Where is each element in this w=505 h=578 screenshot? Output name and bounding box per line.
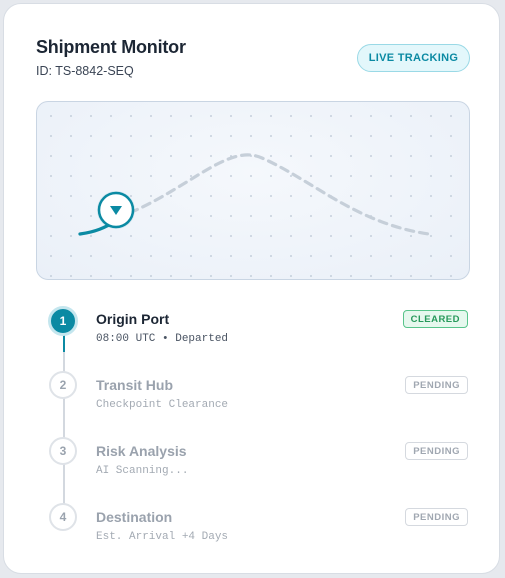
step-risk-analysis[interactable]: Risk Analysis [96, 443, 187, 459]
step-number: 3 [49, 437, 77, 465]
step-transit-hub[interactable]: Transit Hub [96, 377, 173, 393]
timeline-connector [63, 334, 65, 352]
step-number: 1 [48, 306, 78, 336]
status-badge: PENDING [405, 508, 468, 526]
status-badge: PENDING [405, 376, 468, 394]
step-detail: Checkpoint Clearance [96, 399, 229, 411]
shipment-timeline: 1 Origin Port 08:00 UTC • Departed CLEAR… [4, 4, 499, 573]
step-detail: 08:00 UTC • Departed [96, 333, 229, 345]
status-badge: CLEARED [402, 310, 468, 328]
status-badge: PENDING [405, 442, 468, 460]
step-origin-port[interactable]: Origin Port [96, 311, 169, 327]
step-detail: AI Scanning... [96, 465, 189, 477]
step-number: 2 [49, 371, 77, 399]
step-detail: Est. Arrival +4 Days [96, 531, 229, 543]
step-number: 4 [49, 503, 77, 531]
shipment-card: Shipment Monitor ID: TS-8842-SEQ LIVE TR… [3, 3, 500, 574]
step-destination[interactable]: Destination [96, 509, 172, 525]
